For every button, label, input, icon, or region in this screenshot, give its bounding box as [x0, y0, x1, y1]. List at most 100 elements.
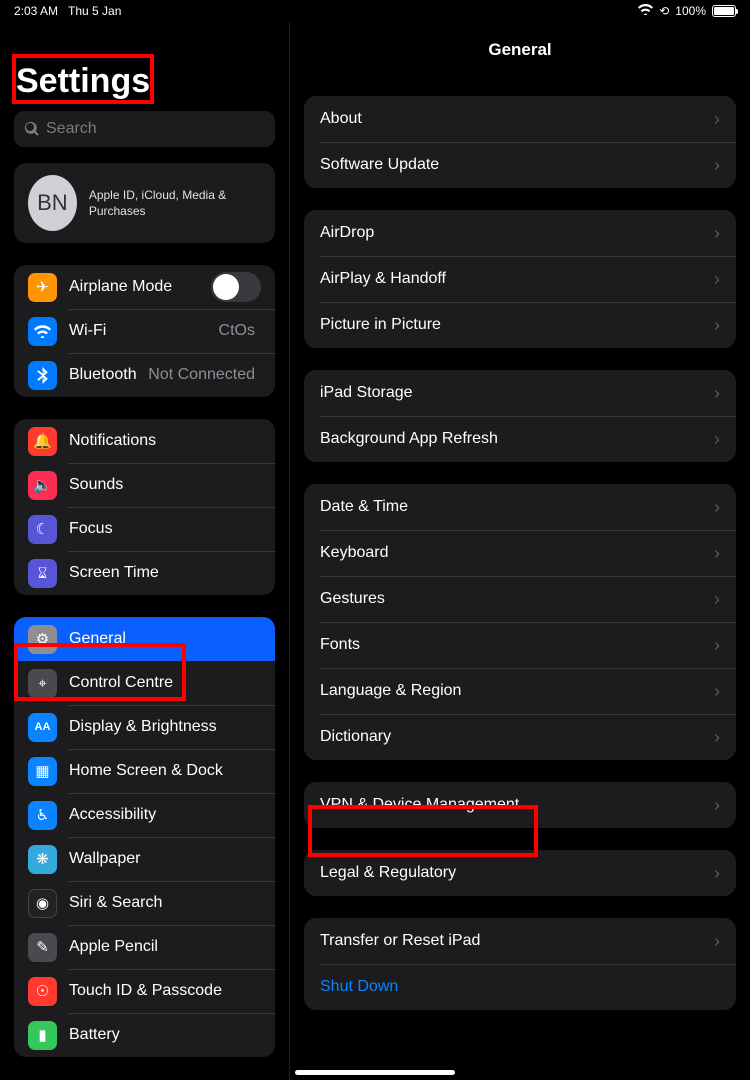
general-item-language-region[interactable]: Language & Region›: [304, 668, 736, 714]
row-label: Legal & Regulatory: [320, 864, 710, 882]
chevron-right-icon: ›: [714, 863, 720, 884]
general-item-airdrop[interactable]: AirDrop›: [304, 210, 736, 256]
chevron-right-icon: ›: [714, 223, 720, 244]
row-label: AirDrop: [320, 224, 710, 242]
sidebar-item-label: Airplane Mode: [69, 278, 211, 296]
general-item-transfer-or-reset-ipad[interactable]: Transfer or Reset iPad›: [304, 918, 736, 964]
home-indicator: [295, 1070, 455, 1075]
row-label: iPad Storage: [320, 384, 710, 402]
settings-sidebar: Settings Search BN Apple ID, iCloud, Med…: [0, 22, 290, 1080]
main-panel: General About›Software Update›AirDrop›Ai…: [290, 22, 750, 1080]
sidebar-item-label: Screen Time: [69, 564, 261, 582]
row-label: Keyboard: [320, 544, 710, 562]
sidebar-item-label: Notifications: [69, 432, 261, 450]
display-brightness-icon: AA: [28, 713, 57, 742]
avatar: BN: [28, 175, 77, 231]
sidebar-item-focus[interactable]: ☾ Focus: [14, 507, 275, 551]
general-item-keyboard[interactable]: Keyboard›: [304, 530, 736, 576]
chevron-right-icon: ›: [714, 795, 720, 816]
row-label: About: [320, 110, 710, 128]
airplane-mode-icon: ✈︎: [28, 273, 57, 302]
search-icon: [24, 121, 40, 137]
sidebar-item-label: Wallpaper: [69, 850, 261, 868]
row-label: Date & Time: [320, 498, 710, 516]
sidebar-item-label: Focus: [69, 520, 261, 538]
general-item-software-update[interactable]: Software Update›: [304, 142, 736, 188]
battery-icon: ▮: [28, 1021, 57, 1050]
chevron-right-icon: ›: [714, 155, 720, 176]
general-item-gestures[interactable]: Gestures›: [304, 576, 736, 622]
sidebar-item-screen-time[interactable]: ⌛︎ Screen Time: [14, 551, 275, 595]
sidebar-item-display-brightness[interactable]: AADisplay & Brightness: [14, 705, 275, 749]
chevron-right-icon: ›: [714, 109, 720, 130]
row-label: AirPlay & Handoff: [320, 270, 710, 288]
general-item-background-app-refresh[interactable]: Background App Refresh›: [304, 416, 736, 462]
sidebar-item-notifications[interactable]: 🔔 Notifications: [14, 419, 275, 463]
focus-icon: ☾: [28, 515, 57, 544]
sidebar-item-general[interactable]: ⚙︎General: [14, 617, 275, 661]
row-label: Transfer or Reset iPad: [320, 932, 710, 950]
general-item-picture-in-picture[interactable]: Picture in Picture›: [304, 302, 736, 348]
general-item-about[interactable]: About›: [304, 96, 736, 142]
sidebar-item-wallpaper[interactable]: ❋ Wallpaper: [14, 837, 275, 881]
general-item-legal-regulatory[interactable]: Legal & Regulatory›: [304, 850, 736, 896]
sidebar-item-label: Home Screen & Dock: [69, 762, 261, 780]
airplane-mode-toggle[interactable]: [211, 272, 261, 302]
sidebar-item-home-screen-dock[interactable]: ▦ Home Screen & Dock: [14, 749, 275, 793]
sidebar-item-touch-id-passcode[interactable]: ☉Touch ID & Passcode: [14, 969, 275, 1013]
general-item-shut-down[interactable]: Shut Down: [304, 964, 736, 1010]
general-item-dictionary[interactable]: Dictionary›: [304, 714, 736, 760]
main-title: General: [304, 22, 736, 96]
chevron-right-icon: ›: [714, 543, 720, 564]
account-card[interactable]: BN Apple ID, iCloud, Media & Purchases: [14, 163, 275, 243]
sidebar-item-apple-pencil[interactable]: ✎Apple Pencil: [14, 925, 275, 969]
sidebar-item-siri-search[interactable]: ◉Siri & Search: [14, 881, 275, 925]
row-label: VPN & Device Management: [320, 796, 710, 814]
row-label: Shut Down: [320, 978, 720, 996]
page-title: Settings: [16, 62, 275, 101]
general-item-airplay-handoff[interactable]: AirPlay & Handoff›: [304, 256, 736, 302]
general-item-date-time[interactable]: Date & Time›: [304, 484, 736, 530]
chevron-right-icon: ›: [714, 497, 720, 518]
row-label: Background App Refresh: [320, 430, 710, 448]
chevron-right-icon: ›: [714, 681, 720, 702]
sidebar-item-wi-fi[interactable]: Wi-FiCtOs: [14, 309, 275, 353]
notifications-icon: 🔔: [28, 427, 57, 456]
general-item-ipad-storage[interactable]: iPad Storage›: [304, 370, 736, 416]
sounds-icon: 🔈: [28, 471, 57, 500]
sidebar-item-control-centre[interactable]: ⌖Control Centre: [14, 661, 275, 705]
row-label: Gestures: [320, 590, 710, 608]
row-label: Picture in Picture: [320, 316, 710, 334]
bluetooth-icon: [28, 361, 57, 390]
row-label: Dictionary: [320, 728, 710, 746]
sidebar-item-label: Touch ID & Passcode: [69, 982, 261, 1000]
row-label: Software Update: [320, 156, 710, 174]
sidebar-item-airplane-mode[interactable]: ✈︎ Airplane Mode: [14, 265, 275, 309]
row-label: Fonts: [320, 636, 710, 654]
general-item-fonts[interactable]: Fonts›: [304, 622, 736, 668]
sidebar-item-label: General: [69, 630, 261, 648]
sidebar-item-accessibility[interactable]: ♿︎ Accessibility: [14, 793, 275, 837]
sidebar-item-label: Apple Pencil: [69, 938, 261, 956]
search-input[interactable]: Search: [14, 111, 275, 147]
chevron-right-icon: ›: [714, 383, 720, 404]
wallpaper-icon: ❋: [28, 845, 57, 874]
sidebar-item-label: Wi-Fi: [69, 322, 219, 340]
sidebar-item-bluetooth[interactable]: BluetoothNot Connected: [14, 353, 275, 397]
sidebar-item-label: Battery: [69, 1026, 261, 1044]
search-placeholder: Search: [46, 120, 97, 138]
accessibility-icon: ♿︎: [28, 801, 57, 830]
chevron-right-icon: ›: [714, 589, 720, 610]
sidebar-item-label: Accessibility: [69, 806, 261, 824]
chevron-right-icon: ›: [714, 269, 720, 290]
sidebar-item-battery[interactable]: ▮ Battery: [14, 1013, 275, 1057]
screen-time-icon: ⌛︎: [28, 559, 57, 588]
chevron-right-icon: ›: [714, 931, 720, 952]
general-item-vpn-device-management[interactable]: VPN & Device Management›: [304, 782, 736, 828]
sidebar-item-sounds[interactable]: 🔈 Sounds: [14, 463, 275, 507]
home-screen-dock-icon: ▦: [28, 757, 57, 786]
sidebar-item-label: Siri & Search: [69, 894, 261, 912]
sidebar-item-label: Control Centre: [69, 674, 261, 692]
sidebar-item-label: Sounds: [69, 476, 261, 494]
wi-fi-icon: [28, 317, 57, 346]
